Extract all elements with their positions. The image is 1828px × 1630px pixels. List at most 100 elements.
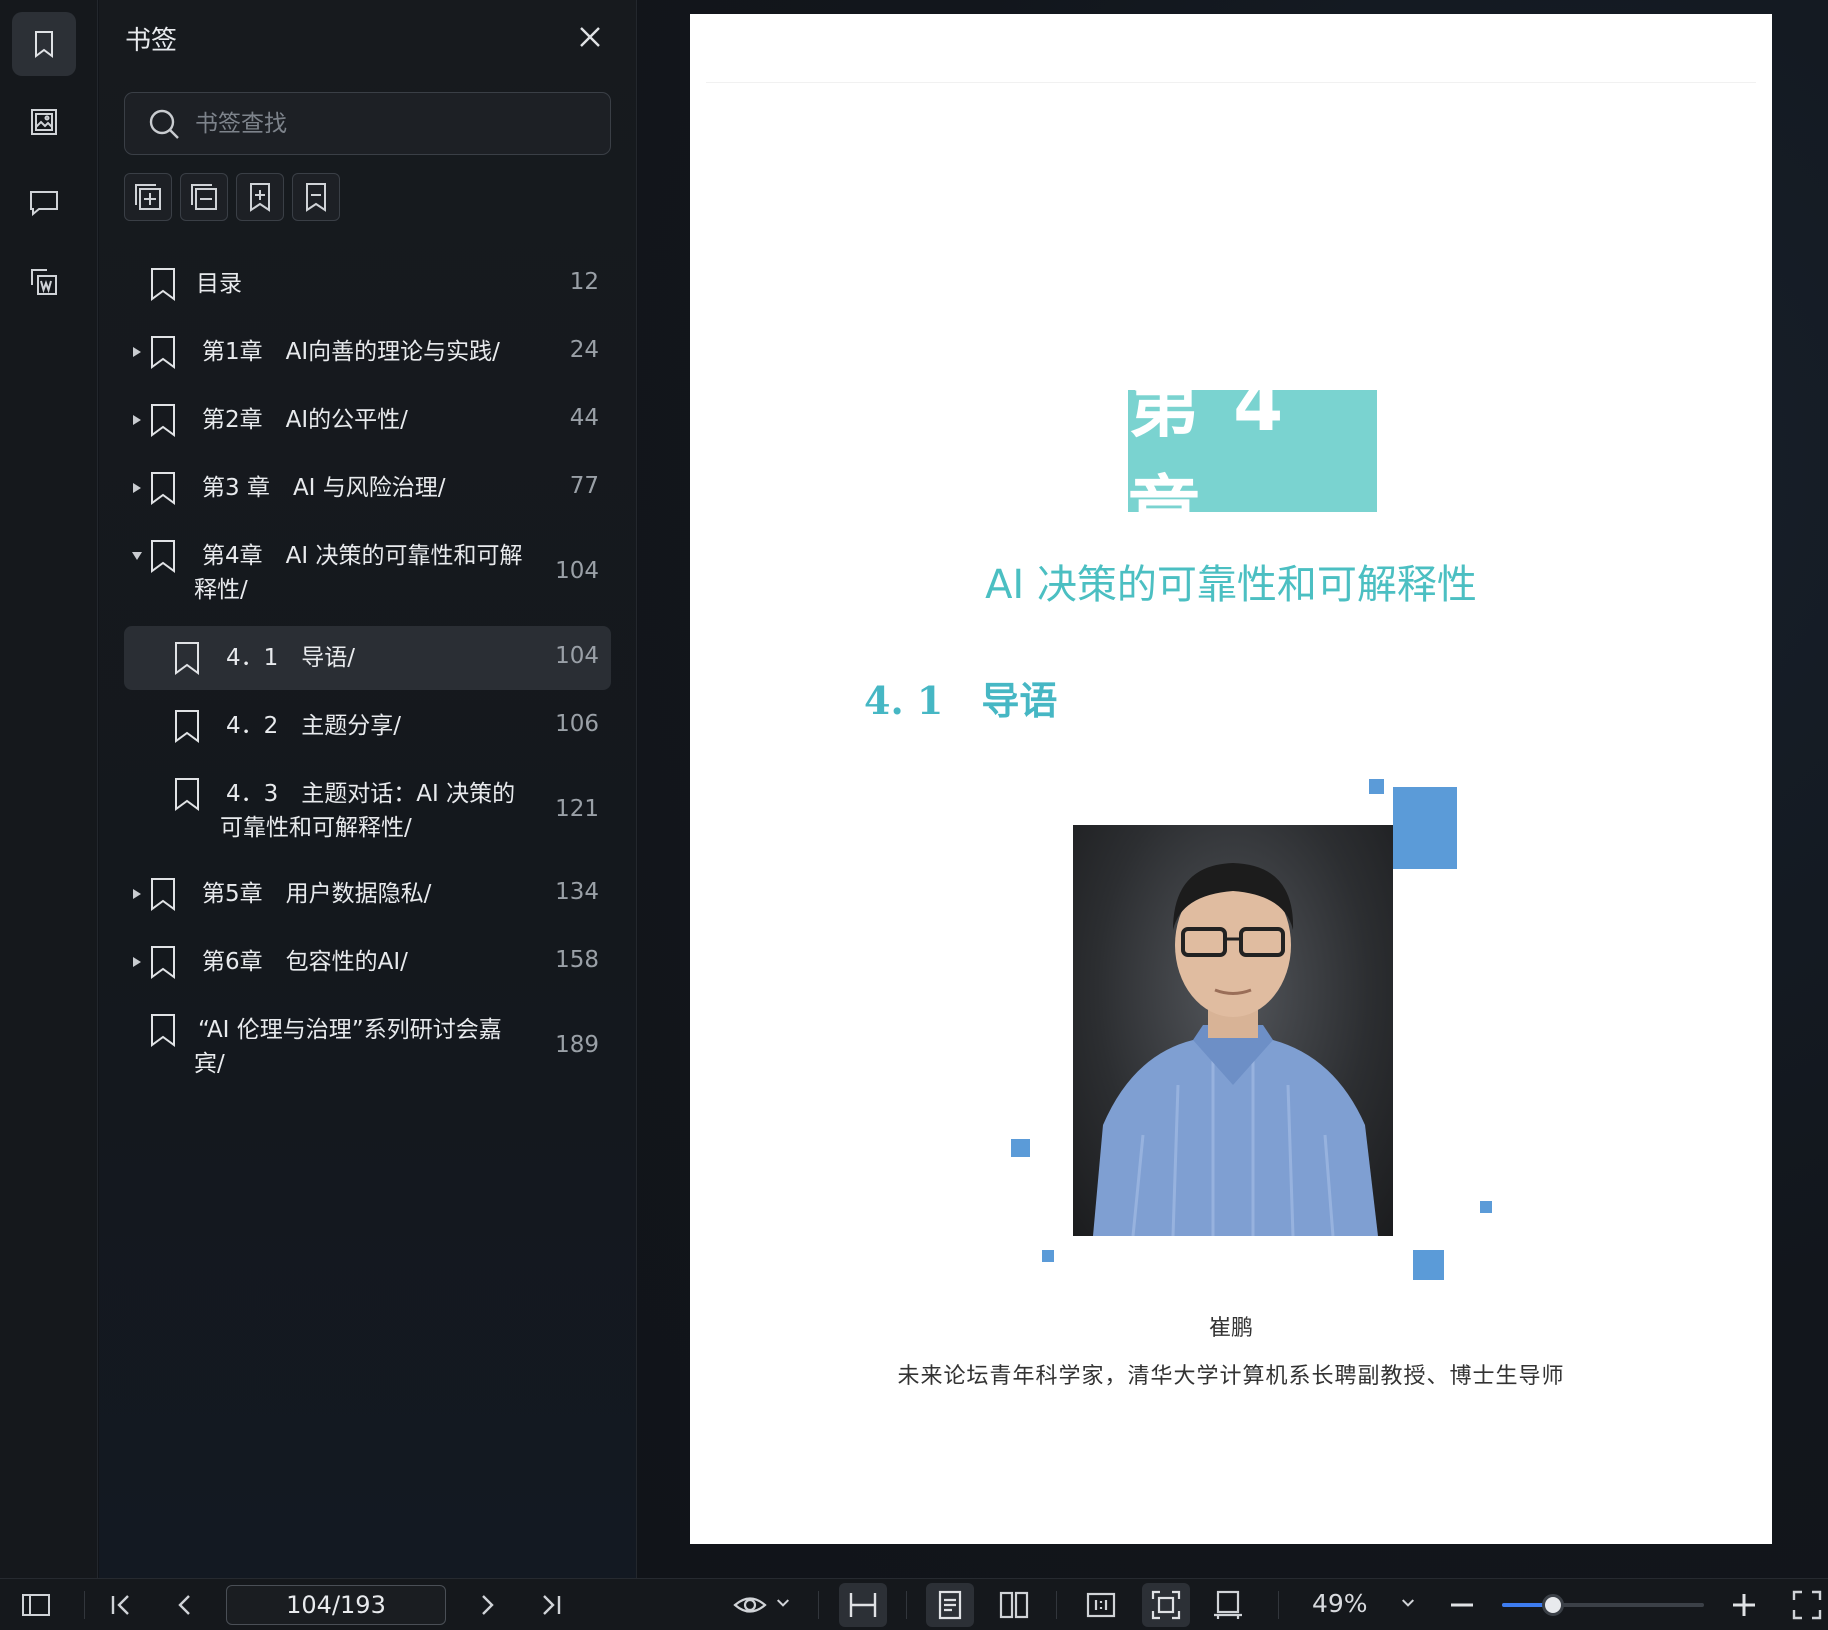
bookmark-icon <box>151 268 175 301</box>
caret-down-icon[interactable] <box>130 549 144 563</box>
caret-right-icon[interactable] <box>130 345 144 359</box>
remove-bookmark-button[interactable] <box>292 173 340 221</box>
bookmark-item[interactable]: 第6章 包容性的AI/ 158 <box>124 934 611 990</box>
page-number-input[interactable] <box>226 1585 446 1625</box>
bookmark-icon <box>151 404 175 437</box>
bookmark-page: 44 <box>569 405 599 431</box>
collapse-all-button[interactable] <box>180 173 228 221</box>
bookmark-item[interactable]: 4．2 主题分享/ 106 <box>124 698 611 754</box>
bookmark-item-selected[interactable]: 4．1 导语/ 104 <box>124 626 611 690</box>
bookmark-label: 第4章 AI 决策的可靠性和可解 <box>202 543 523 569</box>
next-page-button[interactable] <box>470 1588 504 1622</box>
toggle-sidebar-button[interactable] <box>19 1588 53 1622</box>
bookmark-label-line2: 宾/ <box>194 1051 225 1077</box>
chevron-left-icon <box>178 1595 190 1615</box>
decor-square <box>1413 1250 1444 1280</box>
bookmark-tab[interactable] <box>12 12 76 76</box>
bookmark-icon <box>151 336 175 369</box>
bookmark-search <box>124 92 611 155</box>
side-rail <box>0 0 98 1578</box>
fullscreen-button[interactable] <box>1790 1588 1824 1622</box>
zoom-slider-handle[interactable] <box>1541 1594 1564 1616</box>
page-header-rule <box>706 82 1756 83</box>
separator <box>818 1591 819 1619</box>
fit-width-button[interactable] <box>839 1583 887 1627</box>
bookmark-item[interactable]: 目录 12 <box>124 256 611 312</box>
zoom-slider[interactable] <box>1502 1594 1704 1616</box>
actual-size-button[interactable] <box>1084 1588 1118 1622</box>
bookmark-label: “AI 伦理与治理”系列研讨会嘉 <box>198 1017 502 1043</box>
portrait-photo <box>1073 825 1393 1236</box>
last-page-button[interactable] <box>534 1588 568 1622</box>
caption-role: 未来论坛青年科学家，清华大学计算机系长聘副教授、博士生导师 <box>897 1364 1565 1389</box>
bookmark-label: 第2章 AI的公平性/ <box>202 407 408 433</box>
bookmark-icon <box>151 1014 175 1047</box>
first-page-icon <box>111 1595 129 1615</box>
collapse-all-icon <box>191 184 217 210</box>
convert-tab[interactable] <box>12 250 76 314</box>
zoom-out-button[interactable] <box>1445 1588 1479 1622</box>
eye-icon <box>733 1597 767 1613</box>
bookmark-page: 12 <box>569 269 599 295</box>
decor-square <box>1393 787 1457 869</box>
image-icon <box>31 109 57 135</box>
fit-page-button[interactable] <box>1142 1583 1190 1627</box>
read-mode-dropdown[interactable] <box>773 1593 793 1613</box>
bottom-toolbar: 49% <box>0 1578 1828 1630</box>
plus-icon <box>1733 1594 1755 1616</box>
bookmark-label: 4．2 主题分享/ <box>226 713 402 739</box>
bookmark-item[interactable]: 第4章 AI 决策的可靠性和可解 释性/ 104 <box>124 528 611 618</box>
comment-tab[interactable] <box>12 170 76 234</box>
decor-square <box>1369 779 1384 794</box>
bookmark-item[interactable]: 第2章 AI的公平性/ 44 <box>124 392 611 448</box>
caret-right-icon[interactable] <box>130 481 144 495</box>
fit-page-icon <box>1151 1590 1181 1620</box>
document-page: 第 4 章 AI 决策的可靠性和可解释性 4. 1 导语 崔鹏 未来论坛青年科学… <box>690 14 1772 1544</box>
bookmark-icon <box>151 472 175 505</box>
bookmark-label: 目录 <box>196 271 242 297</box>
close-icon[interactable] <box>573 20 607 54</box>
decor-square <box>1042 1250 1054 1262</box>
actual-size-icon <box>1086 1592 1116 1618</box>
bookmark-label: 4．1 导语/ <box>226 645 356 671</box>
add-bookmark-button[interactable] <box>236 173 284 221</box>
bookmark-item[interactable]: 第5章 用户数据隐私/ 134 <box>124 866 611 922</box>
bookmark-page: 121 <box>555 796 599 822</box>
convert-word-icon <box>31 269 57 295</box>
bookmark-label: 第3 章 AI 与风险治理/ <box>202 475 446 501</box>
bookmark-page: 24 <box>569 337 599 363</box>
bookmark-item[interactable]: 第1章 AI向善的理论与实践/ 24 <box>124 324 611 380</box>
chapter-badge: 第 4 章 <box>1128 363 1377 552</box>
comment-icon <box>30 191 58 217</box>
zoom-in-button[interactable] <box>1727 1588 1761 1622</box>
expand-all-button[interactable] <box>124 173 172 221</box>
caret-right-icon[interactable] <box>130 413 144 427</box>
bookmark-item[interactable]: “AI 伦理与治理”系列研讨会嘉 宾/ 189 <box>124 1002 611 1092</box>
zoom-level[interactable]: 49% <box>1312 1589 1368 1618</box>
chevron-down-icon <box>1401 1599 1415 1607</box>
zoom-dropdown[interactable] <box>1398 1593 1418 1613</box>
last-page-icon <box>543 1595 561 1615</box>
bookmark-icon <box>175 642 199 675</box>
thumbnail-tab[interactable] <box>12 90 76 154</box>
bookmark-icon <box>151 878 175 911</box>
double-page-button[interactable] <box>997 1588 1031 1622</box>
separator <box>84 1591 85 1619</box>
read-mode-button[interactable] <box>733 1588 767 1622</box>
bookmark-icon <box>175 778 199 811</box>
bookmark-label: 4．3 主题对话：AI 决策的 <box>226 781 516 807</box>
bookmark-page: 189 <box>555 1032 599 1058</box>
panel-title: 书签 <box>125 26 178 56</box>
previous-page-button[interactable] <box>168 1588 202 1622</box>
rotate-button[interactable] <box>1211 1588 1245 1622</box>
bookmark-icon <box>151 540 175 573</box>
expand-all-icon <box>135 184 161 210</box>
first-page-button[interactable] <box>104 1588 138 1622</box>
caret-right-icon[interactable] <box>130 955 144 969</box>
single-page-button[interactable] <box>926 1583 974 1627</box>
rotate-page-icon <box>1214 1590 1242 1619</box>
bookmark-item[interactable]: 4．3 主题对话：AI 决策的 可靠性和可解释性/ 121 <box>124 766 611 856</box>
search-input[interactable] <box>195 105 595 143</box>
caret-right-icon[interactable] <box>130 887 144 901</box>
bookmark-item[interactable]: 第3 章 AI 与风险治理/ 77 <box>124 460 611 516</box>
